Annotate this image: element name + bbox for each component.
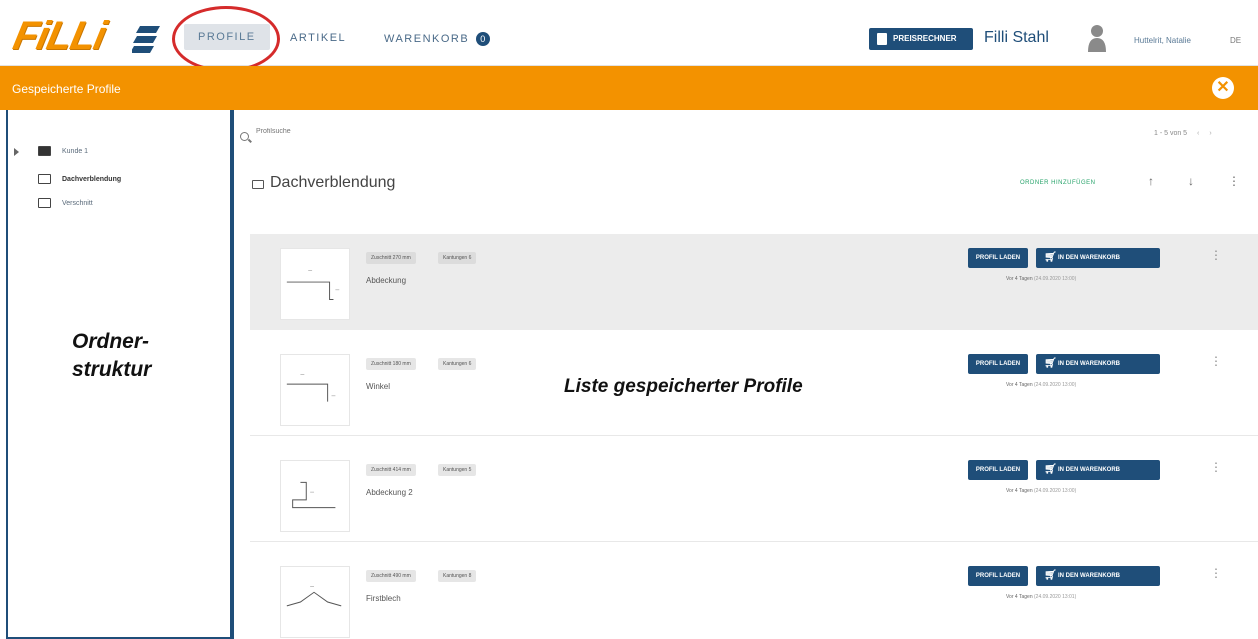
add-to-cart-label: IN DEN WARENKORB — [1058, 255, 1121, 261]
cart-icon: 🛒︎ — [1044, 252, 1057, 263]
calculator-icon — [877, 33, 887, 45]
cart-count-badge: 0 — [475, 32, 490, 46]
profile-card[interactable]: Zuschnitt 490 mm Kantungen 8 Firstblech … — [250, 552, 1258, 639]
arrow-up-icon[interactable]: ↑ — [1148, 174, 1154, 188]
page-title: Gespeicherte Profile — [12, 82, 121, 96]
folder-icon — [38, 174, 51, 184]
profile-timestamp: Vor 4 Tagen (24.09.2020 13:01) — [1006, 594, 1076, 600]
search-icon — [240, 132, 249, 141]
profile-name: Firstblech — [366, 594, 401, 603]
title-bar: Gespeicherte Profile ✕ — [0, 66, 1258, 110]
company-name: Filli Stahl — [984, 29, 1049, 46]
cart-icon: 🛒︎ — [1044, 464, 1057, 475]
cart-icon: 🛒︎ — [1044, 358, 1057, 369]
more-options-icon[interactable]: ⋮ — [1210, 566, 1222, 580]
language-switch[interactable]: DE — [1230, 36, 1241, 45]
tab-artikel[interactable]: ARTIKEL — [290, 32, 346, 44]
load-profile-button[interactable]: PROFIL LADEN — [968, 354, 1028, 374]
user-avatar-icon[interactable] — [1087, 24, 1107, 52]
profile-name: Abdeckung — [366, 276, 407, 285]
add-to-cart-button[interactable]: 🛒︎ IN DEN WARENKORB — [1036, 354, 1160, 374]
pagination-range: 1 - 5 von 5 — [1154, 130, 1188, 137]
highlight-circle — [172, 6, 280, 72]
user-name[interactable]: Huttelrit, Natalie — [1134, 36, 1191, 45]
search-input[interactable] — [256, 128, 456, 135]
annotation-line: struktur — [72, 358, 152, 381]
more-options-icon[interactable]: ⋮ — [1210, 248, 1222, 262]
add-to-cart-button[interactable]: 🛒︎ IN DEN WARENKORB — [1036, 460, 1160, 480]
arrow-down-icon[interactable]: ↓ — [1188, 174, 1194, 188]
cut-length-chip: Zuschnitt 490 mm — [366, 570, 416, 582]
profile-age: Vor 4 Tagen — [1006, 276, 1033, 282]
tree-item-label: Verschnitt — [62, 200, 93, 207]
price-calculator-label: PREISRECHNER — [893, 34, 957, 43]
folder-title: Dachverblendung — [270, 174, 396, 191]
profile-name: Abdeckung 2 — [366, 488, 413, 497]
bends-chip: Kantungen 6 — [438, 252, 477, 264]
more-options-icon[interactable]: ⋮ — [1210, 354, 1222, 368]
bends-chip: Kantungen 6 — [438, 358, 477, 370]
add-to-cart-label: IN DEN WARENKORB — [1058, 467, 1121, 473]
folder-icon — [252, 180, 264, 189]
profile-thumbnail[interactable] — [280, 460, 350, 532]
add-to-cart-button[interactable]: 🛒︎ IN DEN WARENKORB — [1036, 566, 1160, 586]
cart-icon: 🛒︎ — [1044, 570, 1057, 581]
close-icon[interactable]: ✕ — [1212, 77, 1234, 99]
list-annotation: Liste gespeicherter Profile — [564, 376, 803, 397]
profile-date: (24.09.2020 13:00) — [1034, 276, 1077, 282]
top-bar: FiLLi PROFILE ARTIKEL WARENKORB 0 PREISR… — [0, 0, 1258, 72]
profile-timestamp: Vor 4 Tagen (24.09.2020 13:00) — [1006, 276, 1076, 282]
cut-length-chip: Zuschnitt 180 mm — [366, 358, 416, 370]
add-to-cart-label: IN DEN WARENKORB — [1058, 361, 1121, 367]
bends-chip: Kantungen 8 — [438, 570, 477, 582]
profile-name: Winkel — [366, 382, 391, 391]
add-to-cart-button[interactable]: 🛒︎ IN DEN WARENKORB — [1036, 248, 1160, 268]
profile-list-panel: 1 - 5 von 5 ‹ › Dachverblendung ORDNER H… — [232, 110, 1258, 639]
logo-text: FiLLi — [9, 14, 110, 58]
cut-length-chip: Zuschnitt 270 mm — [366, 252, 416, 264]
profile-age: Vor 4 Tagen — [1006, 488, 1033, 494]
profile-age: Vor 4 Tagen — [1006, 382, 1033, 388]
profile-date: (24.09.2020 13:01) — [1034, 594, 1077, 600]
profile-timestamp: Vor 4 Tagen (24.09.2020 13:00) — [1006, 382, 1076, 388]
profile-timestamp: Vor 4 Tagen (24.09.2020 13:00) — [1006, 488, 1076, 494]
tab-warenkorb[interactable]: WARENKORB 0 — [384, 32, 490, 46]
profile-thumbnail[interactable] — [280, 354, 350, 426]
folder-tree-sidebar: Kunde 1 Dachverblendung Verschnitt Ordne… — [6, 110, 232, 639]
prev-page-icon[interactable]: ‹ — [1197, 130, 1199, 137]
load-profile-button[interactable]: PROFIL LADEN — [968, 460, 1028, 480]
bends-chip: Kantungen 5 — [438, 464, 477, 476]
cut-length-chip: Zuschnitt 414 mm — [366, 464, 416, 476]
profile-thumbnail[interactable] — [280, 566, 350, 638]
tree-item-label: Dachverblendung — [62, 176, 122, 183]
sidebar-annotation: Ordner- struktur — [72, 328, 151, 384]
profile-thumbnail[interactable] — [280, 248, 350, 320]
tab-warenkorb-label: WARENKORB — [384, 32, 470, 45]
more-options-icon[interactable]: ⋮ — [1210, 460, 1222, 474]
folder-icon — [38, 198, 51, 208]
profile-date: (24.09.2020 13:00) — [1034, 488, 1077, 494]
logo-stripes-icon — [132, 26, 160, 53]
price-calculator-button[interactable]: PREISRECHNER — [869, 28, 973, 50]
load-profile-button[interactable]: PROFIL LADEN — [968, 566, 1028, 586]
profile-date: (24.09.2020 13:00) — [1034, 382, 1077, 388]
expand-arrow-icon[interactable] — [14, 148, 19, 156]
profile-card[interactable]: Zuschnitt 270 mm Kantungen 6 Abdeckung P… — [250, 234, 1258, 330]
tree-item-label: Kunde 1 — [62, 148, 89, 155]
filli-logo[interactable]: FiLLi — [9, 14, 164, 58]
load-profile-button[interactable]: PROFIL LADEN — [968, 248, 1028, 268]
profile-card[interactable]: Zuschnitt 414 mm Kantungen 5 Abdeckung 2… — [250, 446, 1258, 542]
add-folder-button[interactable]: ORDNER HINZUFÜGEN — [1020, 180, 1096, 186]
more-options-icon[interactable]: ⋮ — [1228, 174, 1240, 188]
annotation-line: Ordner- — [72, 330, 150, 353]
next-page-icon[interactable]: › — [1209, 130, 1211, 137]
folder-filled-icon — [38, 146, 51, 156]
pagination: 1 - 5 von 5 ‹ › — [1154, 130, 1212, 137]
add-to-cart-label: IN DEN WARENKORB — [1058, 573, 1121, 579]
profile-age: Vor 4 Tagen — [1006, 594, 1033, 600]
